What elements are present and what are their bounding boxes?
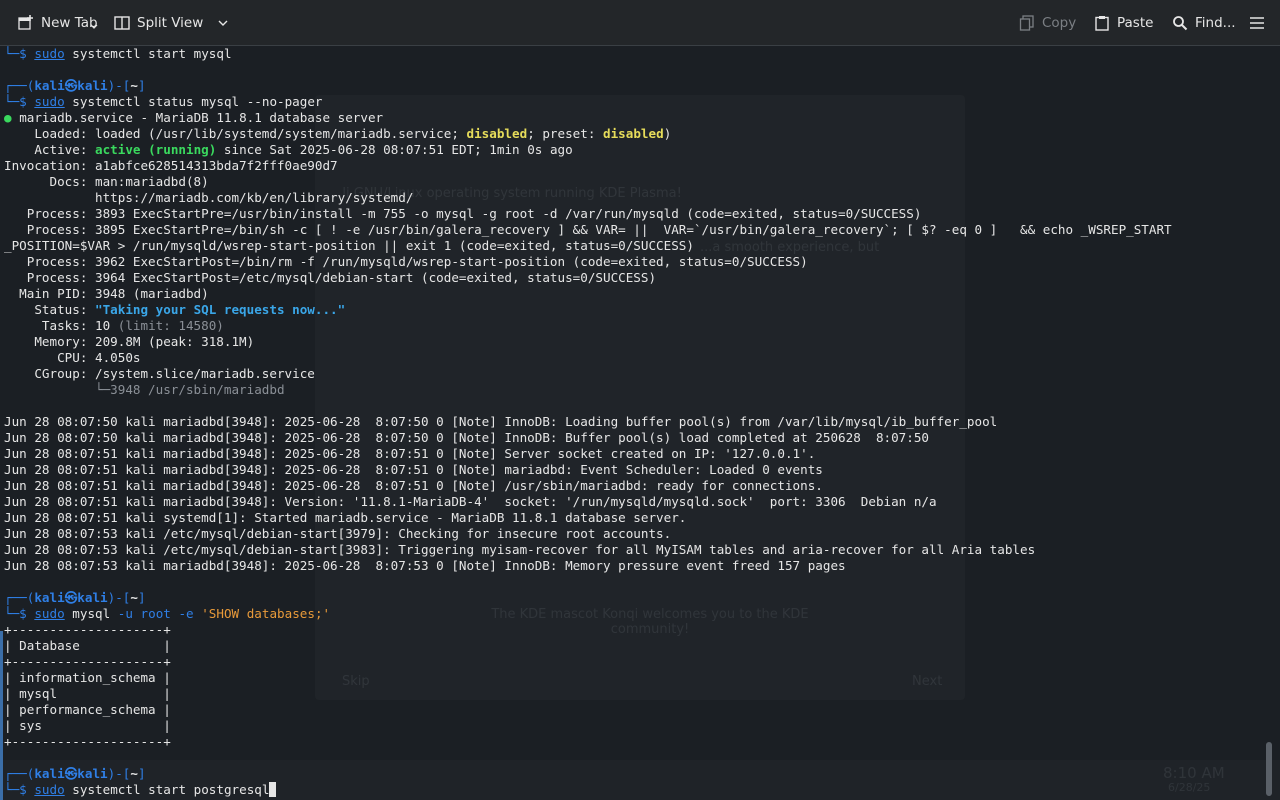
find-button[interactable]: Find... (1172, 0, 1236, 45)
log-line: Jun 28 08:07:53 kali /etc/mysql/debian-s… (4, 526, 672, 541)
table-row: | information_schema | (4, 670, 171, 685)
status-title: ● mariadb.service - MariaDB 11.8.1 datab… (4, 110, 384, 125)
terminal-output[interactable]: └─$ sudo systemctl start mysql ┌──(kali㉿… (0, 46, 1280, 800)
new-tab-icon (18, 14, 33, 30)
status-process: Process: 3964 ExecStartPost=/etc/mysql/d… (4, 270, 657, 285)
paste-icon (1095, 15, 1109, 31)
terminal-toolbar: New Tab Split View Copy Paste Find... (0, 0, 1280, 46)
log-line: Jun 28 08:07:53 kali /etc/mysql/debian-s… (4, 542, 1036, 557)
log-line: Jun 28 08:07:50 kali mariadbd[3948]: 202… (4, 414, 998, 429)
status-docs-url: https://mariadb.com/kb/en/library/system… (4, 190, 414, 205)
log-line: Jun 28 08:07:51 kali mariadbd[3948]: Ver… (4, 494, 937, 509)
status-process: Process: 3893 ExecStartPre=/usr/bin/inst… (4, 206, 922, 221)
table-header: | Database | (4, 638, 171, 653)
paste-button[interactable]: Paste (1094, 0, 1153, 45)
log-line: Jun 28 08:07:51 kali mariadbd[3948]: 202… (4, 446, 816, 461)
log-line: Jun 28 08:07:53 kali mariadbd[3948]: 202… (4, 558, 846, 573)
status-process: Process: 3895 ExecStartPre=/bin/sh -c [ … (4, 222, 1172, 237)
terminal-selection-marker (0, 631, 3, 800)
table-row: | mysql | (4, 686, 171, 701)
status-mainpid: Main PID: 3948 (mariadbd) (4, 286, 209, 301)
prompt-line: ┌──(kali㉿kali)-[~] (4, 78, 146, 93)
log-line: Jun 28 08:07:51 kali mariadbd[3948]: 202… (4, 478, 823, 493)
status-cpu: CPU: 4.050s (4, 350, 141, 365)
split-view-label: Split View (137, 14, 204, 31)
status-tasks: Tasks: 10 (limit: 14580) (4, 318, 224, 333)
copy-label: Copy (1042, 14, 1077, 31)
command-line: └─$ sudo systemctl start mysql (4, 46, 232, 61)
hamburger-menu-button[interactable] (1249, 0, 1265, 45)
status-active: Active: active (running) since Sat 2025-… (4, 142, 573, 157)
table-border: +--------------------+ (4, 622, 171, 637)
chevron-down-icon (90, 24, 98, 29)
status-memory: Memory: 209.8M (peak: 318.1M) (4, 334, 255, 349)
prompt-line: ┌──(kali㉿kali)-[~] (4, 766, 146, 781)
text-cursor (269, 782, 277, 797)
copy-button[interactable]: Copy (1019, 0, 1076, 45)
log-line: Jun 28 08:07:51 kali mariadbd[3948]: 202… (4, 462, 823, 477)
table-border: +--------------------+ (4, 654, 171, 669)
command-line: └─$ sudo systemctl status mysql --no-pag… (4, 94, 323, 109)
table-row: | performance_schema | (4, 702, 171, 717)
command-line: └─$ sudo mysql -u root -e 'SHOW database… (4, 606, 331, 621)
split-view-icon (114, 15, 130, 30)
split-view-button[interactable]: Split View (114, 0, 230, 45)
current-command-line[interactable]: └─$ sudo systemctl start postgresql (4, 782, 277, 798)
scrollbar-thumb[interactable] (1266, 742, 1272, 796)
status-docs: Docs: man:mariadbd(8) (4, 174, 209, 189)
hamburger-menu-icon (1250, 16, 1264, 29)
log-line: Jun 28 08:07:50 kali mariadbd[3948]: 202… (4, 430, 930, 445)
status-invocation: Invocation: a1abfce628514313bda7f2fff0ae… (4, 158, 338, 173)
copy-icon (1019, 14, 1034, 31)
status-status: Status: "Taking your SQL requests now...… (4, 302, 346, 317)
status-cgroup: CGroup: /system.slice/mariadb.service (4, 366, 315, 381)
status-process-wrap: _POSITION=$VAR > /run/mysqld/wsrep-start… (4, 238, 694, 253)
table-border: +--------------------+ (4, 734, 171, 749)
paste-label: Paste (1117, 14, 1154, 31)
status-process: Process: 3962 ExecStartPost=/bin/rm -f /… (4, 254, 808, 269)
prompt-line: ┌──(kali㉿kali)-[~] (4, 590, 146, 605)
table-row: | sys | (4, 718, 171, 733)
log-line: Jun 28 08:07:51 kali systemd[1]: Started… (4, 510, 687, 525)
status-cgroup-child: └─3948 /usr/sbin/mariadbd (4, 382, 285, 397)
find-label: Find... (1195, 14, 1236, 31)
scrollbar-track[interactable] (1259, 46, 1280, 800)
status-loaded: Loaded: loaded (/usr/lib/systemd/system/… (4, 126, 672, 141)
chevron-down-icon (218, 20, 228, 26)
new-tab-button[interactable]: New Tab (18, 0, 98, 45)
search-icon (1173, 15, 1188, 30)
